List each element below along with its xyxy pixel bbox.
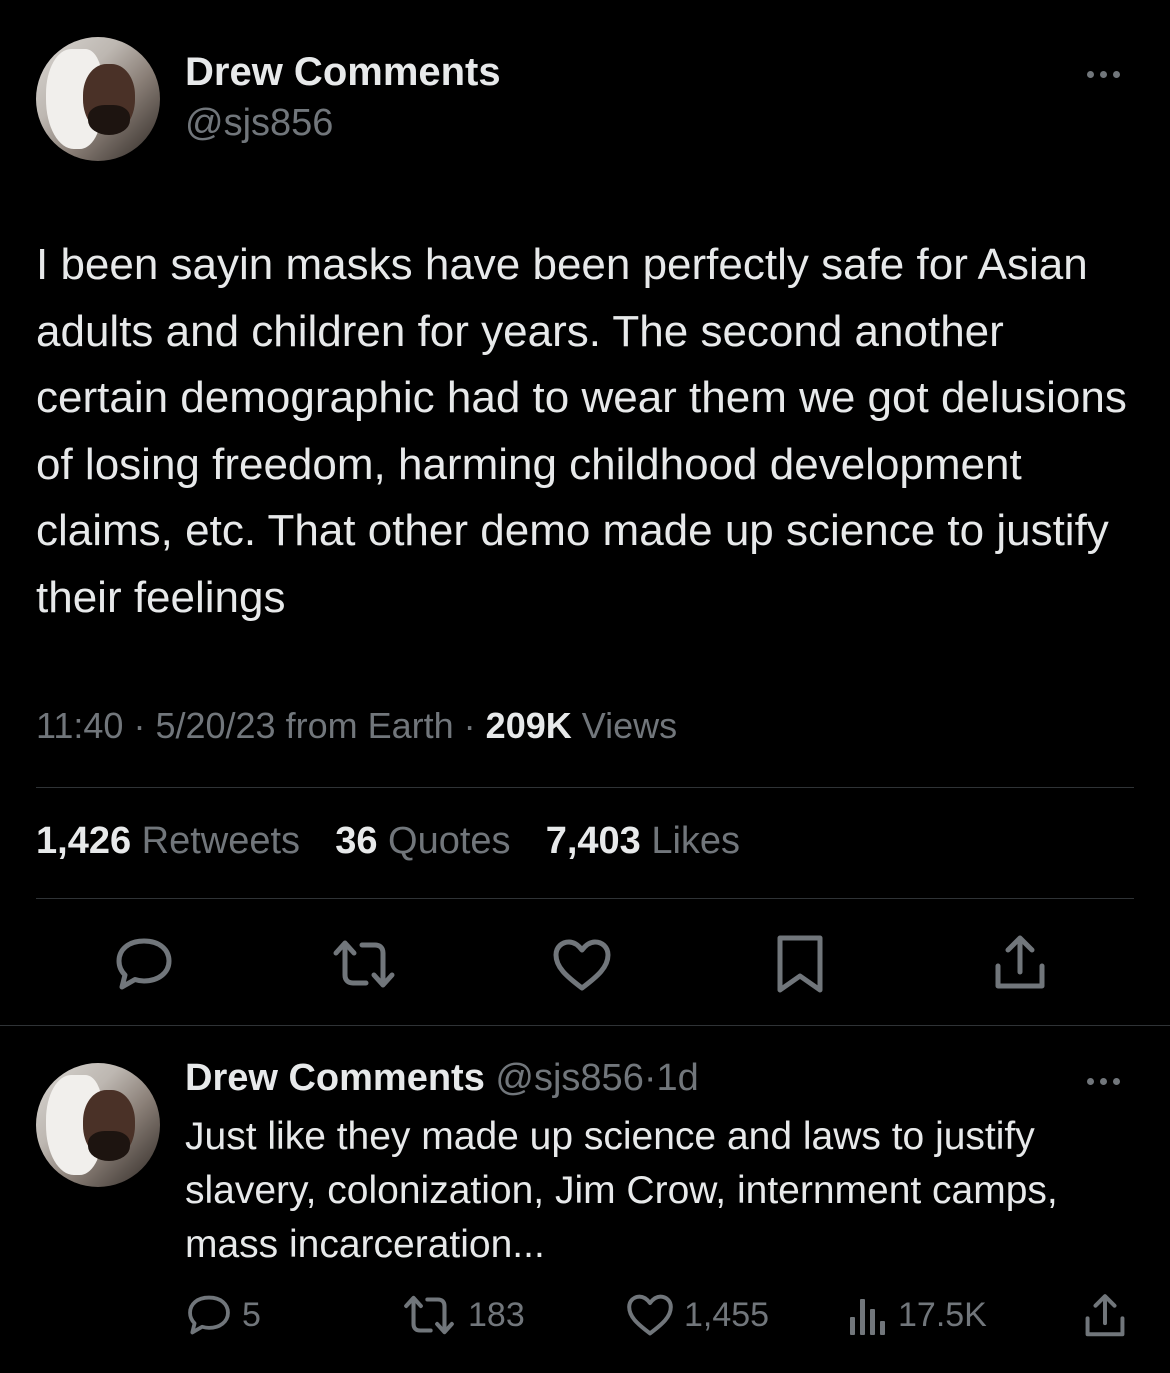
tweet-time[interactable]: 11:40 — [36, 705, 123, 746]
reply-header: Drew Comments @sjs856·1d — [185, 1057, 699, 1099]
reply-likes[interactable]: 1,455 — [626, 1293, 769, 1337]
share-icon[interactable] — [992, 934, 1048, 992]
reply-retweets[interactable]: 183 — [400, 1293, 525, 1337]
views-count: 209K — [485, 705, 572, 746]
views-count: 17.5K — [898, 1295, 987, 1334]
reply-author-avatar[interactable] — [36, 1063, 160, 1187]
divider — [0, 1025, 1170, 1026]
tweet-meta: 11:40 · 5/20/23 from Earth · 209K Views — [36, 705, 678, 746]
views-label: Views — [581, 705, 678, 746]
author-handle[interactable]: @sjs856 — [185, 102, 333, 145]
quotes-stat[interactable]: 36 Quotes — [335, 820, 521, 862]
retweet-count: 183 — [468, 1295, 525, 1334]
more-icon[interactable] — [1087, 71, 1120, 78]
reply-icon[interactable] — [114, 935, 174, 993]
reply-replies[interactable]: 5 — [186, 1293, 261, 1337]
reply-age[interactable]: 1d — [656, 1057, 698, 1099]
reply-count: 5 — [242, 1295, 261, 1334]
reply-author-handle[interactable]: @sjs856 — [495, 1057, 643, 1099]
share-icon[interactable] — [1082, 1293, 1128, 1339]
tweet-date[interactable]: 5/20/23 — [155, 705, 275, 746]
like-icon — [626, 1293, 674, 1337]
more-icon[interactable] — [1087, 1078, 1120, 1085]
author-avatar[interactable] — [36, 37, 160, 161]
bookmark-icon[interactable] — [775, 934, 825, 994]
like-icon[interactable] — [552, 938, 612, 992]
tweet-source: from Earth — [285, 705, 454, 746]
divider — [36, 787, 1134, 788]
reply-icon — [186, 1293, 232, 1337]
divider — [36, 898, 1134, 899]
reply-author-name[interactable]: Drew Comments — [185, 1057, 485, 1099]
retweet-icon — [400, 1293, 458, 1337]
retweets-stat[interactable]: 1,426 Retweets — [36, 820, 311, 862]
retweet-icon[interactable] — [330, 937, 398, 991]
tweet-text: I been sayin masks have been perfectly s… — [36, 240, 1127, 622]
reply-text: Just like they made up science and laws … — [185, 1115, 1058, 1266]
like-count: 1,455 — [684, 1295, 770, 1334]
tweet-stats: 1,426 Retweets 36 Quotes 7,403 Likes — [36, 820, 740, 863]
views-icon — [848, 1293, 888, 1337]
reply-views[interactable]: 17.5K — [848, 1293, 987, 1337]
author-name[interactable]: Drew Comments — [185, 50, 501, 95]
likes-stat[interactable]: 7,403 Likes — [546, 820, 740, 862]
